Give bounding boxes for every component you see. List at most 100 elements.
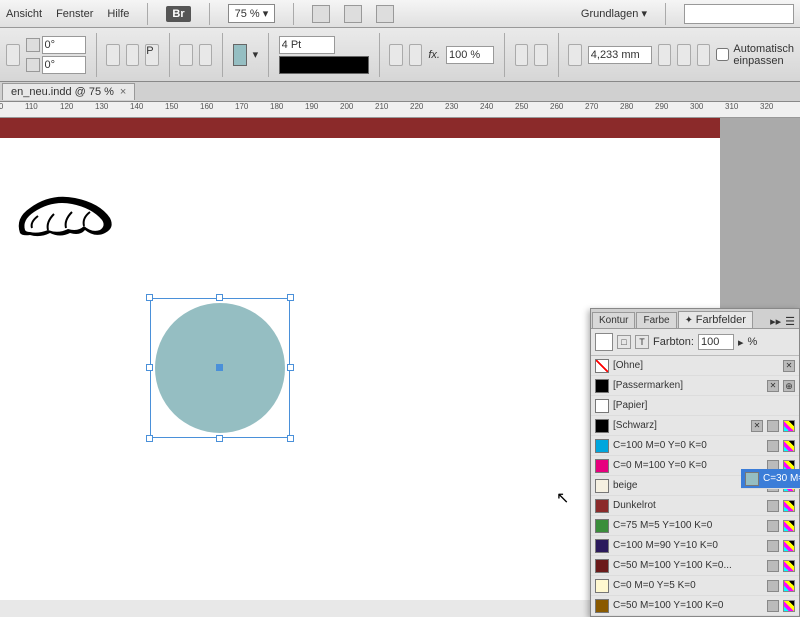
tint-input[interactable] <box>698 334 734 350</box>
ruler-tick: 160 <box>200 102 213 111</box>
select-content-icon[interactable] <box>199 44 213 66</box>
view-mode-icon[interactable] <box>312 5 330 23</box>
stroke-group <box>279 36 369 74</box>
opacity-icon[interactable] <box>409 44 423 66</box>
swatch-name: C=100 M=90 Y=10 K=0 <box>613 540 763 551</box>
swatch-row[interactable]: [Papier] <box>591 396 799 416</box>
stroke-style-bar[interactable] <box>279 56 369 74</box>
swatch-color <box>595 579 609 593</box>
autofit-checkbox[interactable]: Automatisch einpassen <box>716 43 794 67</box>
separator <box>222 33 223 77</box>
swatch-list[interactable]: [Ohne]✕[Passermarken]✕⊕[Papier][Schwarz]… <box>591 356 799 616</box>
formatting-text-icon[interactable]: T <box>635 335 649 349</box>
handle-bottom-right[interactable] <box>287 435 294 442</box>
swatch-row[interactable]: C=100 M=0 Y=0 K=0 <box>591 436 799 456</box>
swatch-row[interactable]: [Ohne]✕ <box>591 356 799 376</box>
process-color-icon <box>783 580 795 592</box>
arrange-icon[interactable] <box>376 5 394 23</box>
rotation-icon <box>26 38 40 52</box>
fill-stroke-proxy[interactable] <box>595 333 613 351</box>
swatch-row[interactable]: C=50 M=100 Y=100 K=0... <box>591 556 799 576</box>
swatch-name: Dunkelrot <box>613 500 763 511</box>
p-icon[interactable]: P <box>145 44 159 66</box>
menu-hilfe[interactable]: Hilfe <box>107 8 129 20</box>
formatting-container-icon[interactable]: □ <box>617 335 631 349</box>
swatch-color <box>595 399 609 413</box>
swatch-name: C=75 M=5 Y=100 K=0 <box>613 520 763 531</box>
ruler-tick: 270 <box>585 102 598 111</box>
menu-fenster[interactable]: Fenster <box>56 8 93 20</box>
stroke-weight-input[interactable] <box>279 36 335 54</box>
frame-fit-icon[interactable] <box>568 44 582 66</box>
handle-left-mid[interactable] <box>146 364 153 371</box>
swatches-panel: Kontur Farbe ✦ Farbfelder ▸▸☰ □ T Farbto… <box>590 308 800 617</box>
search-input[interactable] <box>684 4 794 24</box>
separator <box>379 33 380 77</box>
ruler-tick: 110 <box>25 102 38 111</box>
handle-bottom-left[interactable] <box>146 435 153 442</box>
fill-swatch[interactable] <box>233 44 247 66</box>
swatch-color <box>595 599 609 613</box>
document-tabs: en_neu.indd @ 75 % × <box>0 82 800 102</box>
swatch-row[interactable]: C=30 M=0 Y=10 K=1... <box>741 469 799 489</box>
selection[interactable] <box>150 298 290 438</box>
fx-label: fx. <box>428 49 440 61</box>
swatch-row[interactable]: C=50 M=100 Y=100 K=0 <box>591 596 799 616</box>
swatch-row[interactable]: [Passermarken]✕⊕ <box>591 376 799 396</box>
handle-right-mid[interactable] <box>287 364 294 371</box>
swatch-row[interactable]: C=100 M=90 Y=10 K=0 <box>591 536 799 556</box>
handle-top-right[interactable] <box>287 294 294 301</box>
document-tab[interactable]: en_neu.indd @ 75 % × <box>2 83 135 100</box>
screen-mode-icon[interactable] <box>344 5 362 23</box>
tint-slider-icon[interactable]: ▸ <box>738 336 744 349</box>
flip-h-icon[interactable] <box>106 44 120 66</box>
fit-icon-1[interactable] <box>658 44 672 66</box>
color-mode-icon <box>767 600 779 612</box>
text-wrap-icon-2[interactable] <box>534 44 548 66</box>
zoom-level[interactable]: 75 % ▾ <box>228 4 276 23</box>
panel-menu[interactable]: ▸▸☰ <box>766 315 799 328</box>
fit-icon-2[interactable] <box>677 44 691 66</box>
opacity-input[interactable] <box>446 46 494 64</box>
pct-label: % <box>748 336 758 348</box>
reference-point-icon[interactable] <box>6 44 20 66</box>
ruler-tick: 300 <box>690 102 703 111</box>
handle-bottom-mid[interactable] <box>216 435 223 442</box>
handle-center[interactable] <box>216 364 223 371</box>
text-wrap-icon[interactable] <box>515 44 529 66</box>
tab-farbe[interactable]: Farbe <box>636 312 676 328</box>
chevron-down-icon[interactable]: ▾ <box>253 48 259 61</box>
menu-bar: Ansicht Fenster Hilfe Br 75 % ▾ Grundlag… <box>0 0 800 28</box>
workspace-switcher[interactable]: Grundlagen ▾ <box>581 7 647 20</box>
swatch-row[interactable]: [Schwarz]✕ <box>591 416 799 436</box>
swatch-name: C=30 M=0 Y=10 K=1... <box>763 473 799 484</box>
swatch-row[interactable]: C=0 M=0 Y=5 K=0 <box>591 576 799 596</box>
tab-farbfelder[interactable]: ✦ Farbfelder <box>678 311 753 328</box>
handle-top-left[interactable] <box>146 294 153 301</box>
angle-group <box>26 36 86 74</box>
tab-kontur[interactable]: Kontur <box>592 312 635 328</box>
handle-top-mid[interactable] <box>216 294 223 301</box>
select-container-icon[interactable] <box>179 44 193 66</box>
swatch-name: [Passermarken] <box>613 380 763 391</box>
options-bar: P ▾ fx. Automatisch einpassen <box>0 28 800 82</box>
horizontal-ruler: 1001101201301401501601701801902002102202… <box>0 102 800 118</box>
ruler-tick: 190 <box>305 102 318 111</box>
separator <box>665 3 666 25</box>
ruler-tick: 260 <box>550 102 563 111</box>
menu-ansicht[interactable]: Ansicht <box>6 8 42 20</box>
shear-input[interactable] <box>42 56 86 74</box>
rotation-input[interactable] <box>42 36 86 54</box>
swatch-row[interactable]: Dunkelrot <box>591 496 799 516</box>
swatch-name: C=100 M=0 Y=0 K=0 <box>613 440 763 451</box>
swatch-row[interactable]: C=75 M=5 Y=100 K=0 <box>591 516 799 536</box>
ruler-tick: 180 <box>270 102 283 111</box>
separator <box>209 3 210 25</box>
canvas-area[interactable]: ↖ Kontur Farbe ✦ Farbfelder ▸▸☰ □ T Farb… <box>0 118 800 600</box>
mm-input[interactable] <box>588 46 652 64</box>
close-icon[interactable]: × <box>120 86 126 98</box>
flip-v-icon[interactable] <box>126 44 140 66</box>
fit-icon-3[interactable] <box>697 44 711 66</box>
bridge-icon[interactable]: Br <box>166 6 190 22</box>
fx-icon[interactable] <box>389 44 403 66</box>
